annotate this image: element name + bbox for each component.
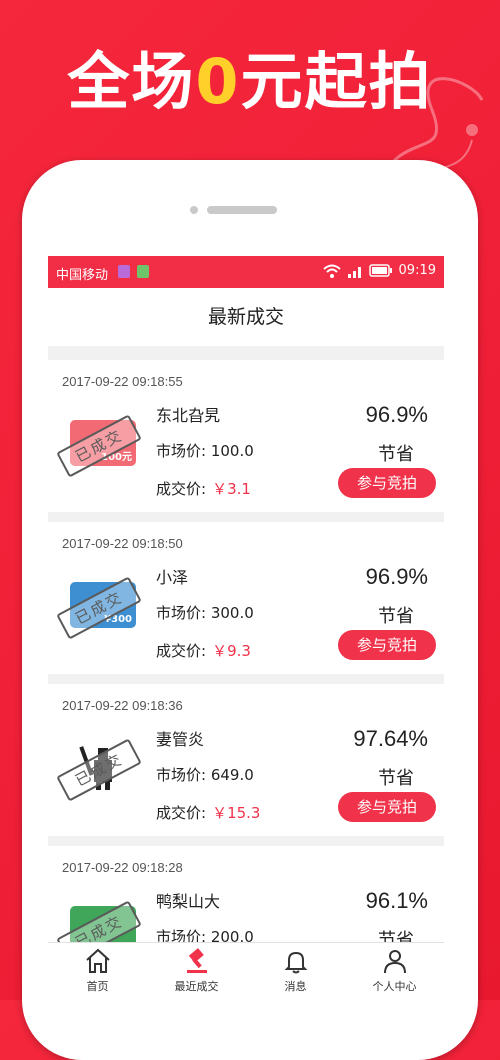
save-percent: 97.64% bbox=[353, 726, 428, 751]
market-price-label: 市场价: bbox=[156, 766, 207, 784]
signal-icon bbox=[347, 264, 363, 278]
tab-label: 消息 bbox=[284, 980, 307, 993]
join-bid-button[interactable]: 参与竞拍 bbox=[338, 468, 436, 498]
deal-list: 2017-09-22 09:18:55 100元 已成交 东北旮旯 市场价: 1… bbox=[48, 360, 444, 1000]
tab-label: 个人中心 bbox=[372, 980, 417, 993]
deal-price-value: ￥9.3 bbox=[212, 642, 251, 660]
save-label: 节省 bbox=[378, 768, 414, 789]
battery-icon bbox=[368, 264, 393, 277]
tab-label: 最近成交 bbox=[174, 980, 219, 993]
page-title: 最新成交 bbox=[48, 288, 444, 346]
deal-card[interactable]: 2017-09-22 09:18:50 ¥300 已成交 小泽 市场价: 300… bbox=[48, 522, 444, 674]
headline-zero: 0 bbox=[195, 45, 241, 118]
market-price-row: 市场价: 100.0 bbox=[156, 440, 254, 461]
deal-price-label: 成交价: bbox=[156, 804, 207, 822]
home-icon bbox=[85, 948, 110, 973]
deal-card[interactable]: 2017-09-22 09:18:36 已成交 妻管炎 市场价: 649.0 成… bbox=[48, 684, 444, 836]
app-screen: 中国移动 09:19 最新成交 2017-09-22 09:18:55 100元… bbox=[48, 256, 444, 1000]
market-price-label: 市场价: bbox=[156, 442, 207, 460]
product-name: 妻管炎 bbox=[156, 730, 205, 749]
wifi-icon bbox=[322, 264, 341, 278]
bottom-tab-bar: 首页 最近成交 消息 个人中心 bbox=[48, 942, 444, 1000]
join-bid-button[interactable]: 参与竞拍 bbox=[338, 792, 436, 822]
notification-app-icon bbox=[118, 265, 130, 278]
deal-price-label: 成交价: bbox=[156, 642, 207, 660]
notification-app-icon bbox=[137, 265, 149, 278]
save-percent: 96.9% bbox=[365, 402, 428, 427]
tab-home[interactable]: 首页 bbox=[48, 943, 147, 1000]
market-price-value: 100.0 bbox=[210, 442, 254, 460]
market-price-row: 市场价: 649.0 bbox=[156, 764, 254, 785]
deal-time: 2017-09-22 09:18:50 bbox=[62, 536, 183, 551]
market-price-label: 市场价: bbox=[156, 604, 207, 622]
deal-time: 2017-09-22 09:18:55 bbox=[62, 374, 183, 389]
tab-profile[interactable]: 个人中心 bbox=[345, 943, 444, 1000]
status-bar: 中国移动 09:19 bbox=[48, 256, 444, 288]
phone-speaker bbox=[207, 206, 277, 214]
save-label: 节省 bbox=[378, 606, 414, 627]
market-price-row: 市场价: 300.0 bbox=[156, 602, 254, 623]
save-label: 节省 bbox=[378, 444, 414, 465]
product-name: 东北旮旯 bbox=[156, 406, 221, 425]
bell-icon bbox=[284, 951, 307, 974]
gavel-icon bbox=[186, 948, 207, 973]
user-icon bbox=[383, 950, 406, 974]
carrier-name: 中国移动 bbox=[56, 268, 109, 283]
deal-price-row: 成交价: ￥3.1 bbox=[156, 478, 251, 499]
tab-recent-deals[interactable]: 最近成交 bbox=[147, 943, 246, 1000]
product-name: 鸭梨山大 bbox=[156, 892, 221, 911]
deal-price-label: 成交价: bbox=[156, 480, 207, 498]
deal-price-value: ￥15.3 bbox=[212, 804, 261, 822]
deal-card[interactable]: 2017-09-22 09:18:55 100元 已成交 东北旮旯 市场价: 1… bbox=[48, 360, 444, 512]
market-price-value: 300.0 bbox=[210, 604, 254, 622]
deal-time: 2017-09-22 09:18:28 bbox=[62, 860, 183, 875]
deal-price-value: ￥3.1 bbox=[212, 480, 251, 498]
deal-price-row: 成交价: ￥15.3 bbox=[156, 802, 260, 823]
save-percent: 96.9% bbox=[365, 564, 428, 589]
save-percent: 96.1% bbox=[365, 888, 428, 913]
product-name: 小泽 bbox=[156, 568, 189, 587]
tab-label: 首页 bbox=[86, 980, 109, 993]
phone-camera bbox=[190, 206, 198, 214]
headline-part1: 全场 bbox=[67, 45, 196, 118]
join-bid-button[interactable]: 参与竞拍 bbox=[338, 630, 436, 660]
market-price-value: 649.0 bbox=[210, 766, 254, 784]
deal-price-row: 成交价: ￥9.3 bbox=[156, 640, 251, 661]
deal-time: 2017-09-22 09:18:36 bbox=[62, 698, 183, 713]
status-time: 09:19 bbox=[398, 263, 436, 278]
tab-messages[interactable]: 消息 bbox=[246, 943, 345, 1000]
